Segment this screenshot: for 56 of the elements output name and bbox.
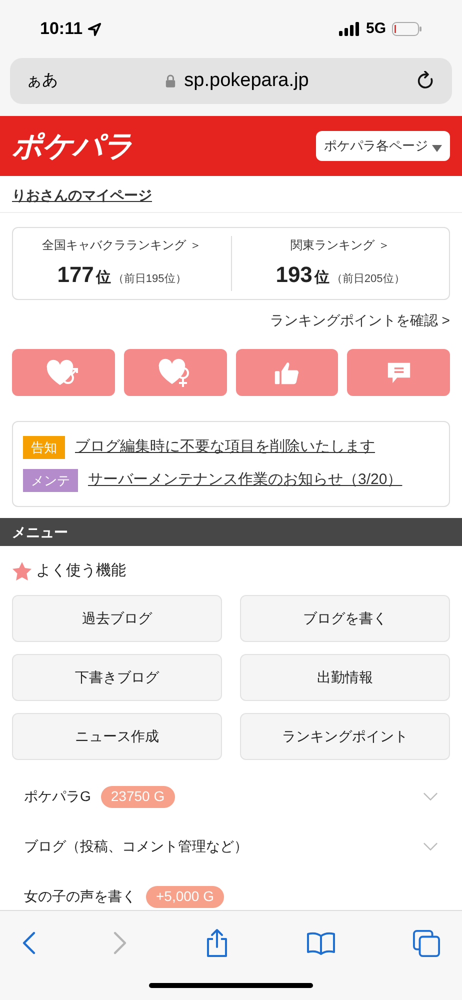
menu-title: メニュー — [12, 522, 68, 542]
favorite-button[interactable]: 出勤情報 — [240, 654, 450, 700]
chat-bubble-icon — [386, 360, 412, 384]
url-text: sp.pokepara.jp — [184, 68, 309, 93]
menu-section-row[interactable]: ブログ（投稿、コメント管理など） — [0, 822, 462, 872]
favorite-button[interactable]: 下書きブログ — [12, 654, 222, 700]
section-label: ブログ（投稿、コメント管理など） — [24, 837, 248, 856]
menu-section-row[interactable]: 女の子の声を書く +5,000 G — [0, 872, 462, 910]
star-icon — [12, 562, 32, 581]
ranking-points-link[interactable]: ランキングポイントを確認 > — [270, 310, 450, 331]
network-label: 5G — [366, 18, 386, 39]
back-icon[interactable] — [22, 931, 36, 955]
location-arrow-icon — [86, 22, 102, 36]
notice-link[interactable]: サーバーメンテナンス作業のお知らせ（3/20） — [88, 469, 402, 492]
action-button[interactable] — [12, 349, 115, 396]
favorite-button[interactable]: ニュース作成 — [12, 712, 222, 760]
rank-number: 193 — [276, 261, 312, 289]
section-label: ポケパラG — [24, 787, 91, 806]
thumbs-up-icon — [274, 360, 300, 386]
notice-link[interactable]: ブログ編集時に不要な項目を削除いたします — [75, 436, 375, 459]
rank-unit: 位 — [96, 268, 111, 288]
heart-male-icon — [46, 358, 80, 386]
tabs-icon[interactable] — [413, 930, 440, 956]
lock-icon — [165, 74, 176, 88]
chevron-down-icon[interactable] — [423, 842, 438, 851]
notice-tag: メンテ — [23, 469, 78, 492]
chevron-down-icon[interactable] — [423, 792, 438, 801]
site-logo[interactable]: ポケパラ — [12, 124, 133, 168]
ranking-link[interactable]: 全国キャバクラランキング ＞ — [42, 236, 202, 254]
previous-rank: （前日195位） — [112, 272, 186, 287]
favorites-heading: よく使う機能 — [36, 561, 126, 581]
ranking-link[interactable]: 関東ランキング ＞ — [290, 236, 390, 254]
clock-time: 10:11 — [40, 18, 83, 40]
rank-number: 177 — [57, 261, 94, 289]
bookmarks-icon[interactable] — [306, 931, 336, 955]
signal-icon — [338, 22, 360, 36]
favorite-button[interactable]: 過去ブログ — [12, 594, 222, 642]
battery-icon — [392, 22, 422, 36]
favorite-button[interactable]: ブログを書く — [240, 594, 450, 642]
points-badge: +5,000 G — [146, 886, 224, 908]
previous-rank: （前日205位） — [331, 272, 405, 287]
points-badge: 23750 G — [100, 786, 175, 808]
text-size-button[interactable]: ぁあ — [26, 69, 58, 93]
page-menu-dropdown[interactable]: ポケパラ各ページ — [316, 131, 450, 161]
menu-section-row[interactable]: ポケパラG 23750 G — [0, 772, 462, 822]
notice-tag: 告知 — [23, 436, 65, 459]
action-button[interactable] — [347, 349, 450, 396]
action-button[interactable] — [236, 349, 338, 396]
section-label: 女の子の声を書く — [24, 887, 136, 906]
action-button[interactable] — [124, 349, 226, 396]
caret-icon — [432, 144, 442, 152]
share-icon[interactable] — [204, 928, 228, 958]
address-bar[interactable]: ぁあ sp.pokepara.jp — [10, 58, 452, 104]
mypage-link[interactable]: りおさんのマイページ — [12, 187, 152, 203]
rank-unit: 位 — [314, 268, 330, 288]
favorite-button[interactable]: ランキングポイント — [240, 712, 450, 760]
